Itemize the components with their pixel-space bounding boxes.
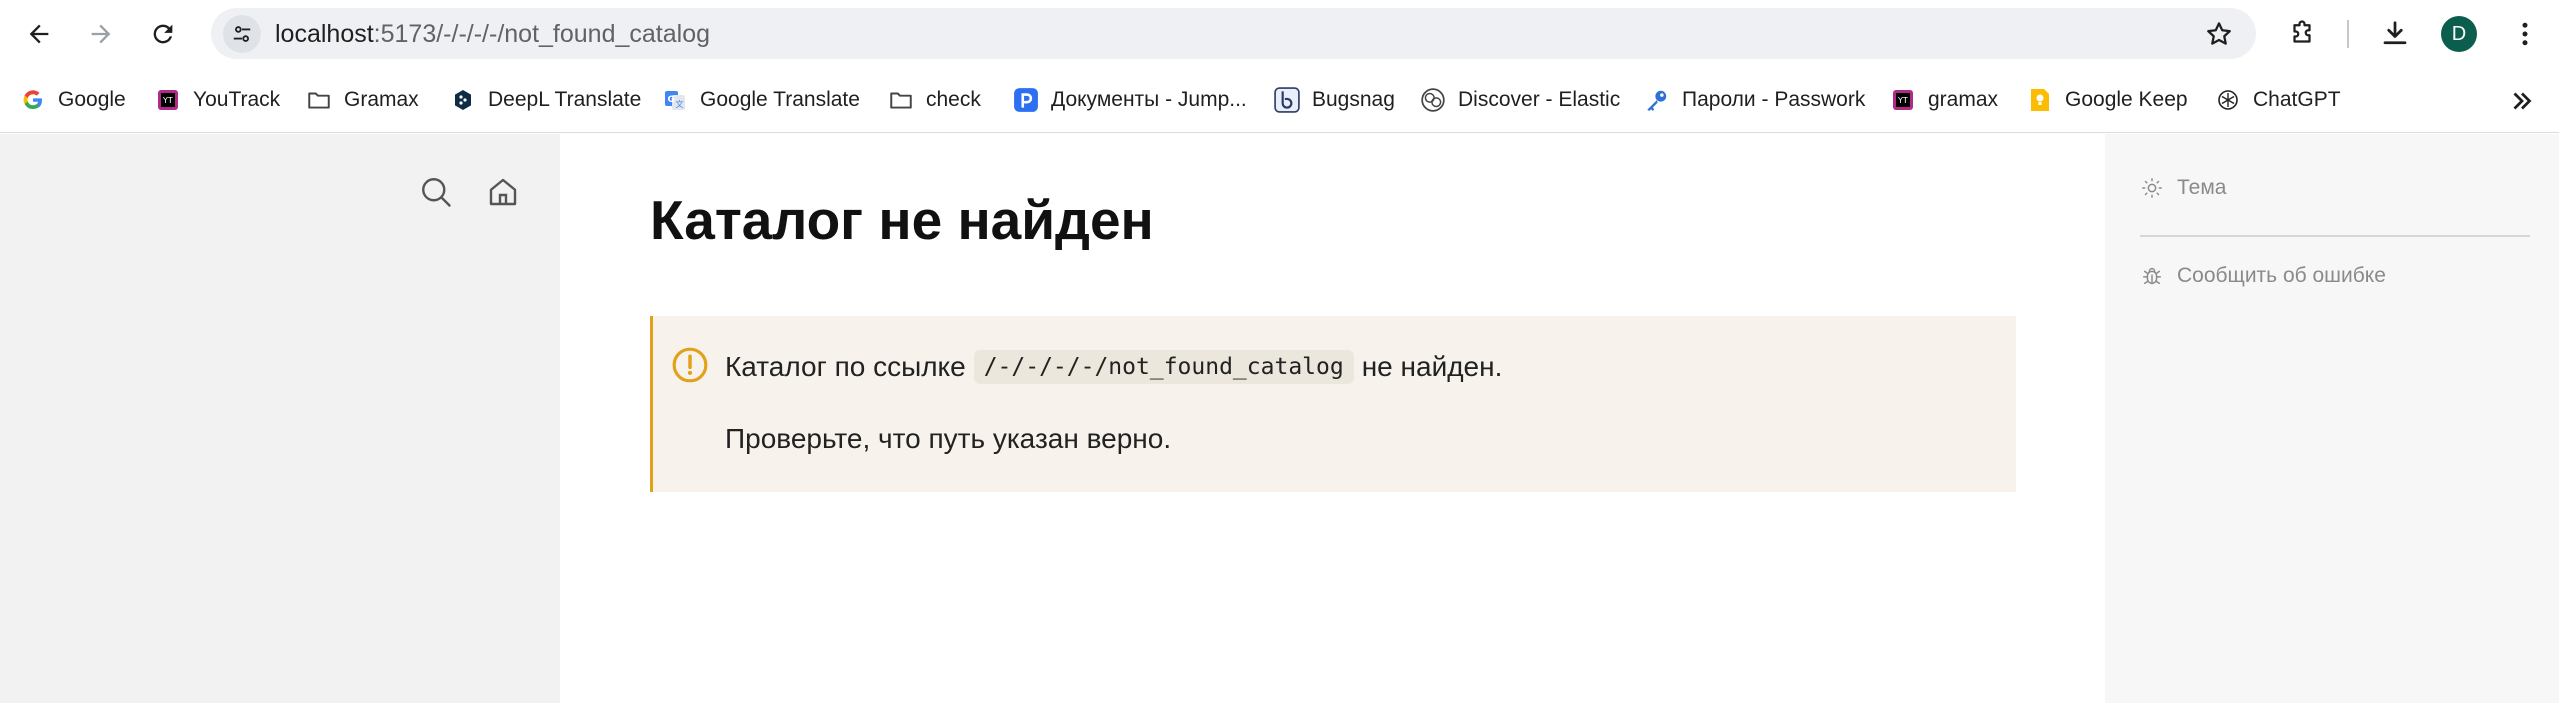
callout-message: Каталог по ссылке /-/-/-/-/not_found_cat…	[725, 350, 1502, 384]
url-path: :5173/-/-/-/-/not_found_catalog	[373, 20, 710, 48]
error-callout: Каталог по ссылке /-/-/-/-/not_found_cat…	[650, 316, 2016, 492]
reload-icon	[153, 24, 173, 44]
youtrack-icon: YT	[155, 87, 181, 113]
catalog-path-code: /-/-/-/-/not_found_catalog	[973, 350, 1354, 384]
browser-toolbar: localhost:5173/-/-/-/-/not_found_catalog…	[0, 0, 2559, 67]
bookmark-google-translate[interactable]: G文 Google Translate	[662, 83, 860, 117]
home-icon	[489, 178, 517, 206]
bookmark-label: Пароли - Passwork	[1682, 88, 1866, 111]
address-bar[interactable]: localhost:5173/-/-/-/-/not_found_catalog	[211, 8, 2256, 59]
tune-icon	[233, 26, 251, 42]
svg-text:YT: YT	[162, 96, 173, 105]
bookmark-label: Google	[58, 88, 126, 111]
bookmark-bugsnag[interactable]: Bugsnag	[1274, 83, 1395, 117]
download-icon	[2383, 21, 2407, 45]
alert-circle-icon	[672, 347, 708, 383]
bookmark-gramax-folder[interactable]: Gramax	[306, 83, 419, 117]
callout-text-after: не найден.	[1361, 351, 1503, 382]
bookmark-label: Gramax	[344, 88, 419, 111]
home-button[interactable]	[483, 172, 523, 212]
site-info-button[interactable]	[223, 15, 261, 53]
elastic-icon	[1420, 87, 1446, 113]
deepl-icon	[450, 87, 476, 113]
bookmarks-bar: Google YT YouTrack Gramax DeepL Translat…	[0, 67, 2559, 133]
bookmark-label: ChatGPT	[2253, 88, 2341, 111]
puzzle-icon	[2293, 20, 2311, 43]
extensions-button[interactable]	[2280, 12, 2324, 56]
bookmark-youtrack[interactable]: YT YouTrack	[155, 83, 280, 117]
bug-icon	[2140, 264, 2164, 288]
callout-hint: Проверьте, что путь указан верно.	[725, 423, 1172, 454]
bookmark-passwork[interactable]: Пароли - Passwork	[1644, 83, 1865, 117]
jump-icon	[1013, 87, 1039, 113]
bookmark-label: Discover - Elastic	[1458, 88, 1621, 111]
bookmark-jump[interactable]: Документы - Jump...	[1013, 83, 1247, 117]
more-vertical-icon	[2522, 22, 2528, 46]
right-sidebar: Тема Сообщить об ошибке	[2105, 134, 2559, 703]
folder-icon	[306, 87, 332, 113]
bookmarks-overflow-icon[interactable]	[2507, 86, 2537, 116]
google-translate-icon: G文	[662, 87, 688, 113]
back-button[interactable]	[17, 12, 61, 56]
bookmark-label: gramax	[1928, 88, 1999, 111]
chatgpt-icon	[2215, 87, 2241, 113]
bookmark-label: YouTrack	[193, 88, 281, 111]
bookmark-chatgpt[interactable]: ChatGPT	[2215, 83, 2341, 117]
search-button[interactable]	[416, 172, 456, 212]
key-icon	[1644, 87, 1670, 113]
profile-avatar[interactable]: D	[2441, 16, 2477, 52]
toolbar-divider	[2347, 20, 2349, 48]
bookmark-label: Документы - Jump...	[1051, 88, 1247, 111]
bookmark-label: check	[926, 88, 981, 111]
bookmark-deepl[interactable]: DeepL Translate	[450, 83, 641, 117]
bookmark-label: Google Keep	[2065, 88, 2188, 111]
bookmark-google[interactable]: Google	[20, 83, 126, 117]
page-content: Каталог не найден Каталог по ссылке /-/-…	[0, 134, 2559, 703]
search-icon	[422, 178, 451, 207]
bookmark-elastic[interactable]: Discover - Elastic	[1420, 83, 1620, 117]
svg-text:文: 文	[676, 99, 684, 109]
report-bug-label: Сообщить об ошибке	[2177, 264, 2386, 287]
page-title: Каталог не найден	[650, 189, 1154, 251]
report-bug-button[interactable]: Сообщить об ошибке	[2140, 264, 2386, 288]
gramax-icon: YT	[1890, 87, 1916, 113]
svg-text:G: G	[668, 95, 675, 105]
bugsnag-icon	[1274, 87, 1300, 113]
url-host: localhost	[275, 20, 374, 48]
bookmark-label: DeepL Translate	[488, 88, 642, 111]
theme-toggle[interactable]: Тема	[2140, 176, 2226, 200]
theme-label: Тема	[2177, 176, 2227, 199]
sun-icon	[2140, 176, 2164, 200]
google-icon	[20, 87, 46, 113]
bookmark-label: Google Translate	[700, 88, 860, 111]
bookmark-gramax[interactable]: YT gramax	[1890, 83, 1998, 117]
bookmark-google-keep[interactable]: Google Keep	[2027, 83, 2188, 117]
browser-menu-button[interactable]	[2503, 12, 2547, 56]
forward-button[interactable]	[79, 12, 123, 56]
reload-button[interactable]	[141, 12, 185, 56]
downloads-button[interactable]	[2373, 12, 2417, 56]
main-article: Каталог не найден Каталог по ссылке /-/-…	[560, 134, 2105, 703]
arrow-right-icon	[91, 24, 111, 44]
right-panel-divider	[2140, 235, 2530, 237]
bookmark-star-icon[interactable]	[2204, 19, 2234, 49]
left-sidebar	[0, 134, 560, 703]
keep-icon	[2027, 87, 2053, 113]
bookmark-check-folder[interactable]: check	[888, 83, 981, 117]
url-text[interactable]: localhost:5173/-/-/-/-/not_found_catalog	[275, 20, 710, 48]
folder-icon	[888, 87, 914, 113]
arrow-left-icon	[29, 24, 49, 44]
bookmark-label: Bugsnag	[1312, 88, 1395, 111]
callout-text-before: Каталог по ссылке	[725, 351, 966, 382]
svg-text:YT: YT	[1897, 96, 1908, 105]
